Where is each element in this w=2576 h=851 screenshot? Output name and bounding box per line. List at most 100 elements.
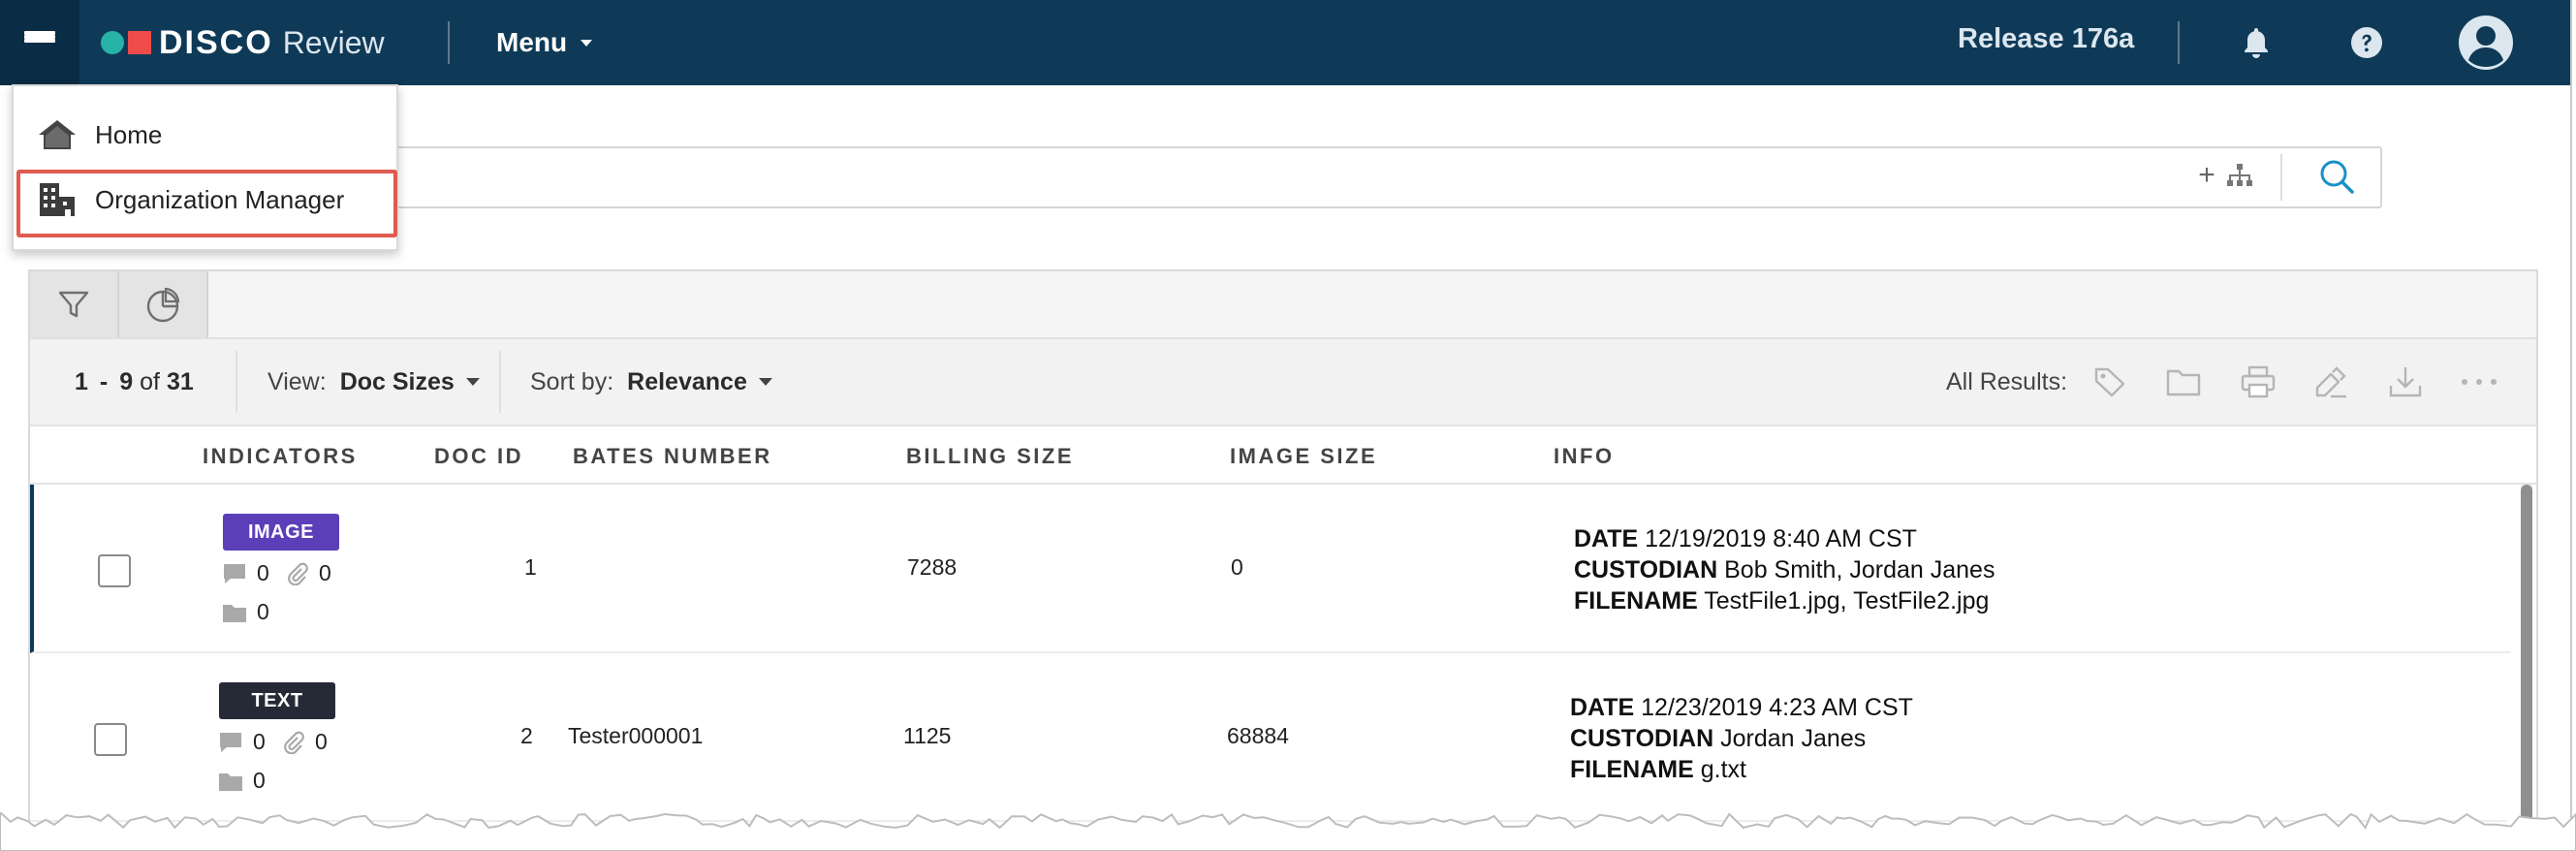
attachment-count: 0	[286, 560, 331, 586]
table-row[interactable]: TEXT 0 0 0 2 Tester000001 1125 68884 DAT…	[30, 653, 2507, 822]
redact-button[interactable]	[2310, 361, 2353, 403]
comment-count: 0	[222, 560, 269, 586]
pie-chart-icon	[146, 287, 180, 323]
results-panel: 1 - 9 of 31 View: Doc Sizes Sort by: Rel…	[28, 269, 2538, 832]
image-size: 68884	[1227, 723, 1289, 748]
toolbar-divider	[236, 351, 237, 413]
folder-count: 0	[222, 599, 269, 625]
chevron-down-icon	[581, 39, 593, 47]
plus-icon[interactable]: +	[2192, 160, 2221, 191]
doc-id: 1	[524, 554, 537, 580]
folder-count-value: 0	[257, 599, 269, 624]
print-icon	[2241, 365, 2276, 398]
info-filename: g.txt	[1700, 756, 1746, 783]
tag-button[interactable]	[2089, 361, 2131, 403]
search-bar[interactable]: +	[200, 146, 2382, 208]
help-button[interactable]	[2347, 23, 2386, 62]
doc-info: DATE 12/19/2019 8:40 AM CST CUSTODIAN Bo…	[1574, 523, 1995, 616]
range-of: of	[140, 367, 160, 395]
menu-label: Menu	[496, 27, 568, 57]
print-button[interactable]	[2237, 361, 2279, 403]
image-size: 0	[1231, 554, 1243, 580]
attachment-count-value: 0	[315, 729, 328, 754]
doc-id: 2	[520, 723, 533, 748]
row-checkbox[interactable]	[98, 554, 131, 587]
range-end: 9	[119, 367, 134, 395]
top-navigation-bar: DISCO Review Menu Release 176a	[0, 0, 2570, 85]
header-divider	[448, 21, 450, 64]
chevron-down-icon	[465, 378, 480, 386]
user-menu-button[interactable]	[2458, 15, 2514, 71]
app-window: DISCO Review Menu Release 176a + 1 - 9 o…	[0, 0, 2572, 832]
column-info[interactable]: INFO	[1554, 444, 1615, 469]
paperclip-icon	[284, 731, 304, 754]
comment-icon	[220, 732, 241, 752]
info-custodian-label: CUSTODIAN	[1570, 725, 1714, 752]
info-custodian-label: CUSTODIAN	[1574, 556, 1718, 583]
folder-count-value: 0	[253, 768, 266, 793]
column-doc-id[interactable]: DOC ID	[434, 444, 523, 469]
view-selector[interactable]: View: Doc Sizes	[267, 339, 480, 425]
attachment-count-value: 0	[319, 560, 331, 585]
sort-selector[interactable]: Sort by: Relevance	[530, 339, 772, 425]
billing-size: 7288	[907, 554, 958, 580]
results-toolbar: 1 - 9 of 31 View: Doc Sizes Sort by: Rel…	[30, 339, 2536, 426]
badge-text: TEXT	[219, 682, 335, 719]
comment-icon	[224, 563, 245, 583]
info-date-label: DATE	[1570, 694, 1635, 721]
user-avatar-icon	[2459, 16, 2513, 70]
more-icon	[2462, 379, 2497, 385]
info-filename: TestFile1.jpg, TestFile2.jpg	[1704, 587, 1990, 615]
folder-icon	[2166, 369, 2201, 396]
table-row[interactable]: IMAGE 0 0 0 1 7288 0 DATE 12/19/2019 8:4…	[30, 485, 2511, 653]
info-filename-label: FILENAME	[1570, 756, 1694, 783]
all-results-label: All Results:	[1946, 367, 2068, 395]
logo-square-icon	[128, 31, 151, 54]
download-icon	[2389, 367, 2422, 397]
result-range: 1 - 9 of 31	[75, 339, 194, 425]
help-icon	[2351, 27, 2382, 58]
folder-icon	[219, 772, 242, 791]
menu-item-home[interactable]: Home	[14, 106, 396, 164]
release-label: Release 176a	[1958, 23, 2135, 54]
column-image-size[interactable]: IMAGE SIZE	[1230, 444, 1377, 469]
chevron-down-icon	[758, 378, 772, 386]
download-button[interactable]	[2384, 361, 2427, 403]
folder-button[interactable]	[2162, 361, 2205, 403]
brand-name: DISCO	[159, 23, 273, 61]
tab-filter[interactable]	[30, 271, 119, 337]
column-bates-number[interactable]: BATES NUMBER	[573, 444, 772, 469]
attachment-count: 0	[282, 729, 328, 755]
row-checkbox[interactable]	[94, 723, 127, 756]
filter-icon	[58, 291, 89, 318]
redact-icon	[2315, 366, 2346, 398]
brand-logo[interactable]: DISCO Review	[101, 19, 385, 66]
navigation-dropdown: Home Organization Manager	[12, 84, 398, 251]
tab-analytics[interactable]	[119, 271, 208, 337]
hamburger-menu-button[interactable]	[0, 0, 79, 85]
doc-info: DATE 12/23/2019 4:23 AM CST CUSTODIAN Jo…	[1570, 692, 1913, 785]
scrollbar-thumb[interactable]	[2521, 485, 2532, 832]
notifications-button[interactable]	[2237, 23, 2276, 62]
more-actions-button[interactable]	[2458, 361, 2500, 403]
menu-item-label: Home	[95, 119, 163, 149]
view-value: Doc Sizes	[339, 367, 455, 395]
info-date-label: DATE	[1574, 525, 1639, 552]
sort-value: Relevance	[627, 367, 747, 395]
range-total: 31	[167, 367, 194, 395]
paperclip-icon	[288, 562, 308, 585]
hamburger-icon	[24, 31, 55, 54]
folder-count: 0	[218, 768, 266, 794]
results-scrollbar[interactable]	[2521, 485, 2532, 832]
search-icon[interactable]	[2318, 158, 2355, 200]
folder-icon	[223, 604, 246, 622]
column-billing-size[interactable]: BILLING SIZE	[906, 444, 1074, 469]
info-filename-label: FILENAME	[1574, 587, 1698, 615]
toolbar-divider	[499, 351, 501, 413]
menu-dropdown-button[interactable]: Menu	[496, 23, 593, 62]
column-indicators[interactable]: INDICATORS	[203, 444, 358, 469]
badge-image: IMAGE	[223, 514, 339, 551]
hierarchy-icon[interactable]	[2225, 162, 2254, 196]
bell-icon	[2245, 28, 2268, 58]
comment-count: 0	[218, 729, 266, 755]
